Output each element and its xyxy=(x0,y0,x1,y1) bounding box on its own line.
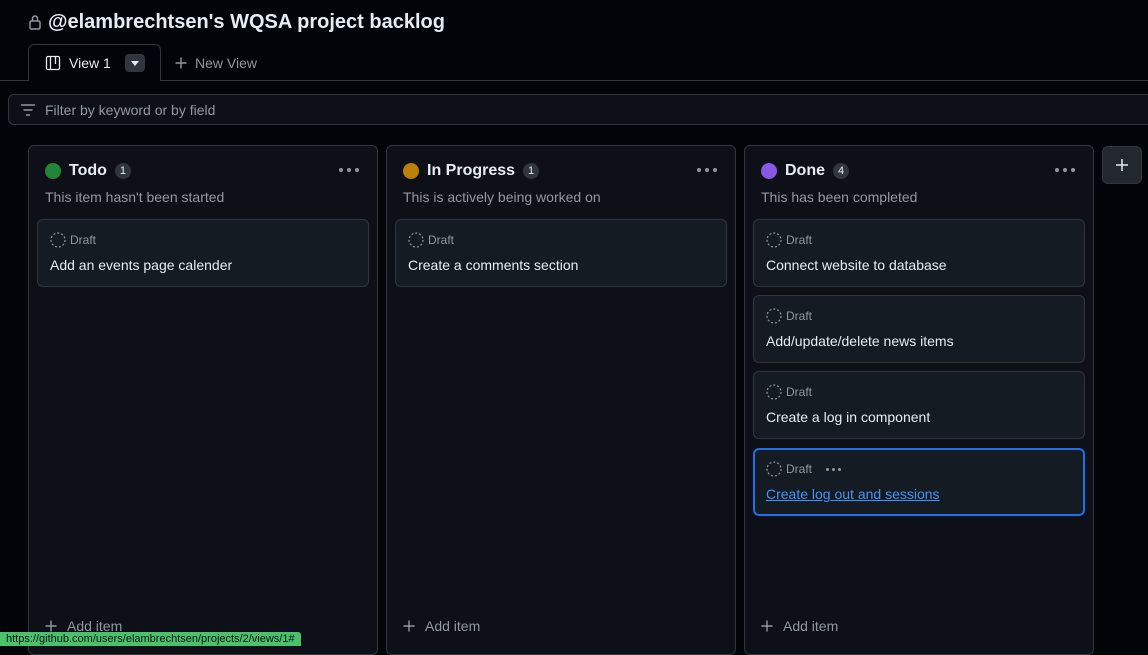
column-title: Todo xyxy=(69,162,107,179)
column-count-badge: 4 xyxy=(833,163,849,179)
card-type: Draft xyxy=(786,309,813,323)
card-focused[interactable]: Draft Create log out and sessions xyxy=(753,448,1085,516)
column-done: Done 4 This has been completed Draft Con… xyxy=(744,145,1094,655)
filter-input[interactable] xyxy=(45,101,645,118)
card-type: Draft xyxy=(786,233,813,247)
column-menu-button[interactable] xyxy=(697,162,717,178)
card[interactable]: Draft Create a comments section xyxy=(395,219,727,287)
column-description: This is actively being worked on xyxy=(403,189,601,205)
card-title[interactable]: Connect website to database xyxy=(766,257,947,273)
draft-icon xyxy=(766,384,782,400)
plus-icon xyxy=(45,620,57,632)
filter-icon xyxy=(21,103,35,116)
column-menu-button[interactable] xyxy=(339,162,359,178)
card-type: Draft xyxy=(70,233,97,247)
status-dot-icon xyxy=(403,163,419,179)
card-title[interactable]: Create a comments section xyxy=(408,257,578,273)
column-header: Done 4 xyxy=(761,162,849,180)
page-title: @elambrechtsen's WQSA project backlog xyxy=(48,10,445,33)
column-description: This item hasn't been started xyxy=(45,189,225,205)
card-title-link[interactable]: Create log out and sessions xyxy=(766,486,940,502)
lock-icon xyxy=(29,15,41,30)
column-title: Done xyxy=(785,162,825,179)
status-dot-icon xyxy=(45,163,61,179)
card[interactable]: Draft Connect website to database xyxy=(753,219,1085,287)
add-item-label: Add item xyxy=(783,618,839,634)
column-header: Todo 1 xyxy=(45,162,131,180)
add-item-label: Add item xyxy=(425,618,481,634)
card-type: Draft xyxy=(428,233,455,247)
new-view-label: New View xyxy=(195,54,257,71)
column-header: In Progress 1 xyxy=(403,162,540,180)
draft-icon xyxy=(766,461,782,477)
tab-view-1[interactable]: View 1 xyxy=(28,44,161,82)
draft-icon xyxy=(408,232,424,248)
view-options-button[interactable] xyxy=(125,54,145,72)
add-item-button[interactable]: Add item xyxy=(403,618,480,634)
filter-bar xyxy=(8,94,1148,125)
add-item-button[interactable]: Add item xyxy=(761,618,838,634)
card-type: Draft xyxy=(786,385,813,399)
card[interactable]: Draft Create a log in component xyxy=(753,371,1085,439)
card-type: Draft xyxy=(786,462,813,476)
draft-icon xyxy=(766,232,782,248)
card-menu-button[interactable] xyxy=(826,467,842,471)
add-column-button[interactable] xyxy=(1102,146,1142,184)
plus-icon xyxy=(1116,159,1128,171)
card[interactable]: Draft Add/update/delete news items xyxy=(753,295,1085,363)
card[interactable]: Draft Add an events page calender xyxy=(37,219,369,287)
draft-icon xyxy=(50,232,66,248)
tab-view-1-label: View 1 xyxy=(69,55,111,71)
column-description: This has been completed xyxy=(761,189,918,205)
column-todo: Todo 1 This item hasn't been started Dra… xyxy=(28,145,378,655)
column-count-badge: 1 xyxy=(523,163,540,179)
plus-icon xyxy=(175,57,187,68)
column-count-badge: 1 xyxy=(114,163,131,179)
card-title[interactable]: Create a log in component xyxy=(766,409,930,425)
draft-icon xyxy=(766,308,782,324)
card-title[interactable]: Add an events page calender xyxy=(50,257,232,273)
column-in-progress: In Progress 1 This is actively being wor… xyxy=(386,145,736,655)
new-view-button[interactable]: New View xyxy=(175,44,257,81)
plus-icon xyxy=(403,620,415,632)
status-dot-icon xyxy=(761,163,777,179)
plus-icon xyxy=(761,620,773,632)
board-icon xyxy=(45,55,61,71)
column-menu-button[interactable] xyxy=(1055,162,1075,178)
project-header: @elambrechtsen's WQSA project backlog xyxy=(28,8,445,36)
triangle-down-icon xyxy=(131,60,139,66)
card-title[interactable]: Add/update/delete news items xyxy=(766,333,954,349)
view-tabs: View 1 New View xyxy=(0,44,1148,82)
column-title: In Progress xyxy=(427,162,516,179)
